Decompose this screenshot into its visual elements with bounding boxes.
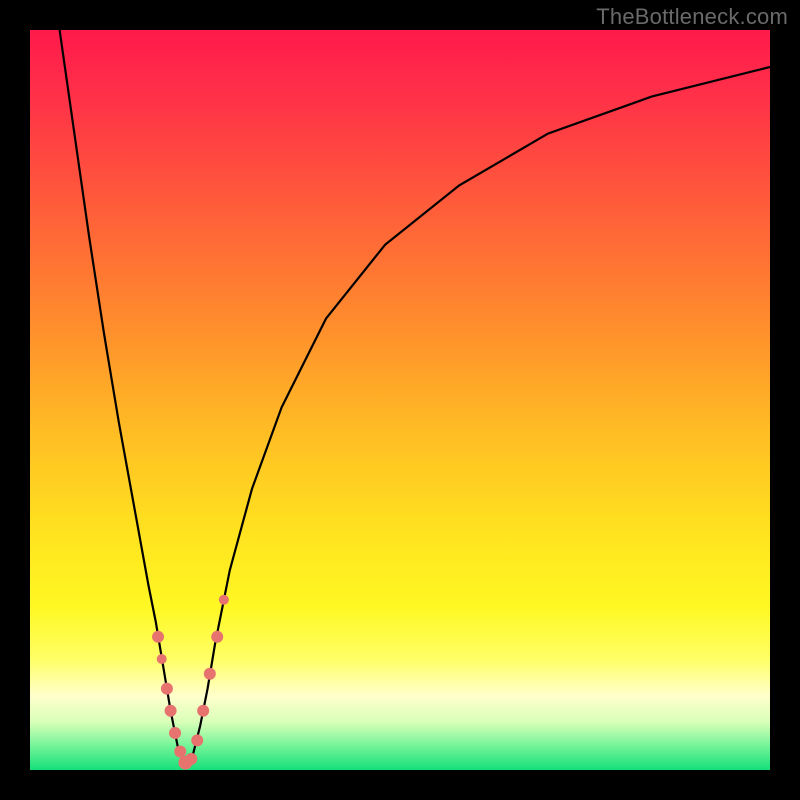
highlight-point bbox=[161, 683, 173, 695]
highlight-point bbox=[219, 595, 229, 605]
plot-area bbox=[30, 30, 770, 770]
watermark-text: TheBottleneck.com bbox=[596, 4, 788, 30]
highlight-point bbox=[165, 705, 177, 717]
highlight-point bbox=[197, 705, 209, 717]
highlight-point bbox=[152, 631, 164, 643]
highlight-point bbox=[169, 727, 181, 739]
highlight-point bbox=[211, 631, 223, 643]
bottleneck-curve bbox=[60, 30, 770, 766]
chart-frame: TheBottleneck.com bbox=[0, 0, 800, 800]
marker-group bbox=[152, 595, 229, 770]
highlight-point bbox=[157, 654, 167, 664]
highlight-point bbox=[204, 668, 216, 680]
curve-layer bbox=[30, 30, 770, 770]
highlight-point bbox=[191, 734, 203, 746]
highlight-point bbox=[185, 753, 197, 765]
